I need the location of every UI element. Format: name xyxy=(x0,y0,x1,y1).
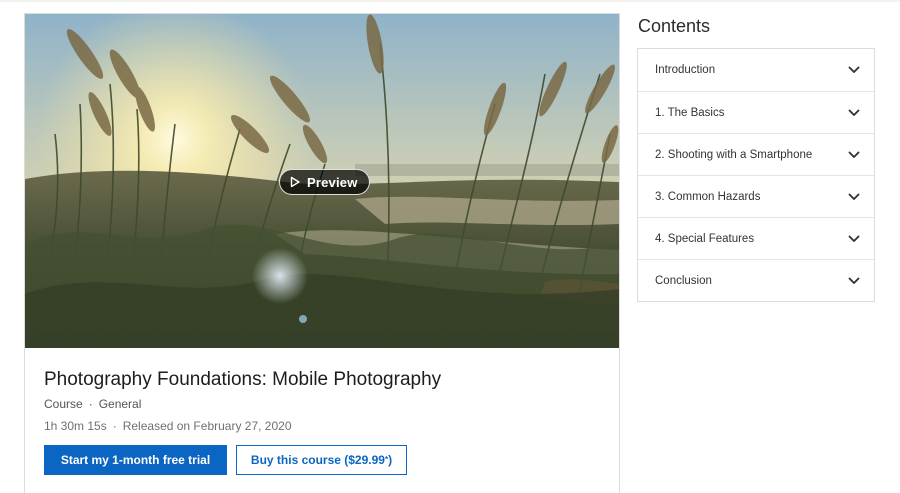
meta-separator: · xyxy=(88,397,93,411)
toc-item-special-features[interactable]: 4. Special Features xyxy=(638,217,874,259)
contents-heading: Contents xyxy=(638,16,711,36)
preview-label: Preview xyxy=(307,174,358,190)
course-info: Photography Foundations: Mobile Photogra… xyxy=(44,368,604,434)
preview-button[interactable]: Preview xyxy=(279,169,370,195)
toc-item-conclusion[interactable]: Conclusion xyxy=(638,259,874,301)
course-thumbnail[interactable]: Preview xyxy=(25,14,619,348)
play-icon xyxy=(289,176,301,188)
toc-item-label: Conclusion xyxy=(655,274,712,287)
buy-course-label: Buy this course ($29.99 xyxy=(250,453,385,467)
course-card: Preview Photography Foundations: Mobile … xyxy=(24,13,620,493)
toc-item-shooting-with-a-smartphone[interactable]: 2. Shooting with a Smartphone xyxy=(638,133,874,175)
toc-item-label: 2. Shooting with a Smartphone xyxy=(655,148,813,161)
chevron-down-icon xyxy=(848,235,860,243)
toc-item-label: 4. Special Features xyxy=(655,232,755,245)
toc-item-label: 3. Common Hazards xyxy=(655,190,761,203)
action-buttons: Start my 1-month free trial Buy this cou… xyxy=(44,445,407,475)
toc-item-common-hazards[interactable]: 3. Common Hazards xyxy=(638,175,874,217)
release-date: Released on February 27, 2020 xyxy=(122,419,292,433)
toc-item-label: Introduction xyxy=(655,64,716,76)
chevron-down-icon xyxy=(848,151,860,159)
course-title: Photography Foundations: Mobile Photogra… xyxy=(44,369,442,390)
course-duration: 1h 30m 15s xyxy=(44,419,107,433)
toc-item-the-basics[interactable]: 1. The Basics xyxy=(638,91,874,133)
free-trial-label: Start my 1-month free trial xyxy=(60,453,211,467)
buy-course-button[interactable]: Buy this course ($29.99 *) xyxy=(236,445,407,475)
course-category: General xyxy=(98,397,142,411)
toc-item-introduction[interactable]: Introduction xyxy=(638,49,874,91)
meta-separator: · xyxy=(112,419,117,433)
chevron-down-icon xyxy=(848,277,860,285)
course-meta: Course · General xyxy=(44,396,604,412)
chevron-down-icon xyxy=(848,193,860,201)
contents-panel: Introduction 1. The Basics 2. Shooting w… xyxy=(637,48,875,302)
course-type: Course xyxy=(44,397,83,411)
course-details: 1h 30m 15s · Released on February 27, 2020 xyxy=(44,418,604,434)
toc-item-label: 1. The Basics xyxy=(655,106,725,119)
chevron-down-icon xyxy=(848,109,860,117)
buy-course-label-close: ) xyxy=(388,453,393,467)
top-divider xyxy=(0,0,900,2)
free-trial-button[interactable]: Start my 1-month free trial xyxy=(44,445,227,475)
chevron-down-icon xyxy=(848,66,860,74)
